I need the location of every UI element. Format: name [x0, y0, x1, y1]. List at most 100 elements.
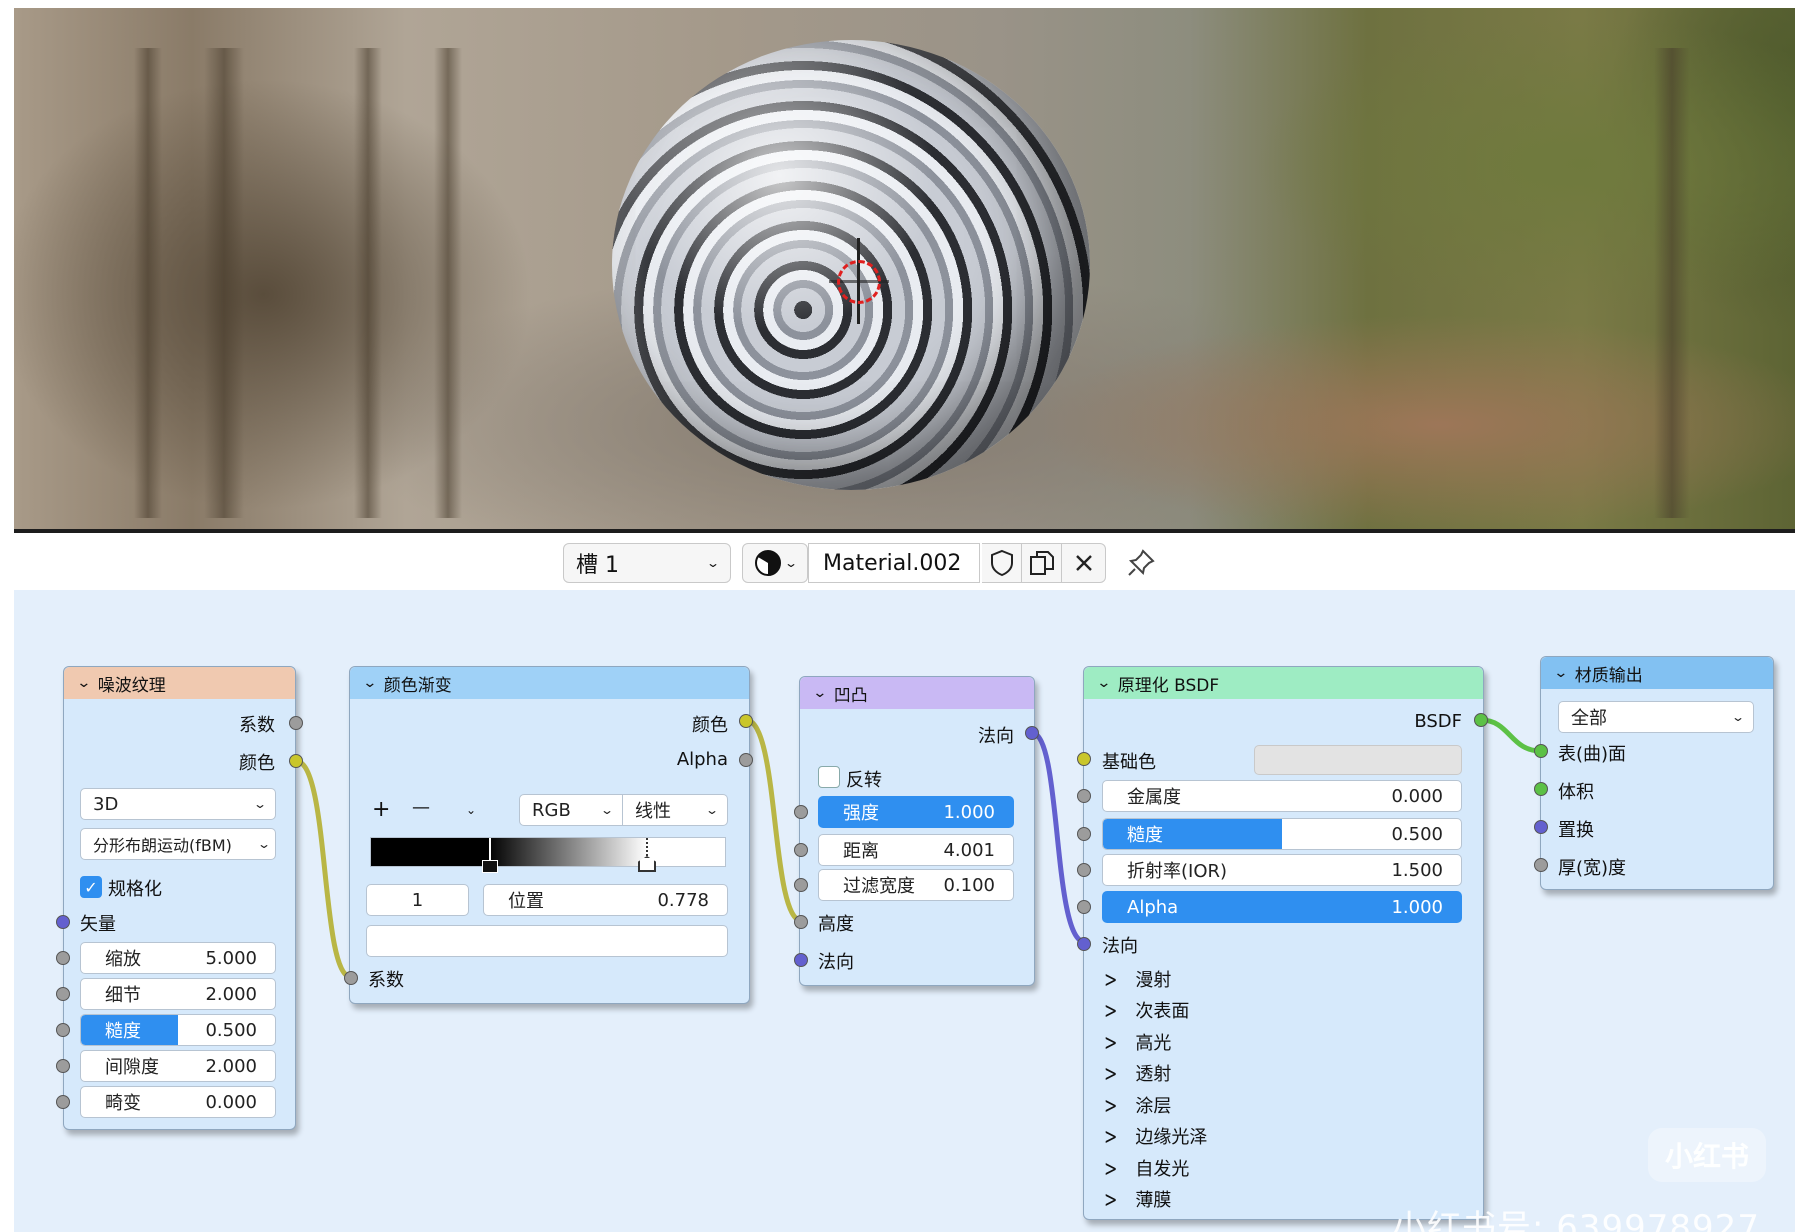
bsdf-panel-diffuse[interactable]: > 漫射	[1104, 966, 1171, 993]
bsdf-metallic-field[interactable]: 金属度 0.000	[1102, 780, 1462, 812]
chevron-down-icon: ⌄	[705, 556, 721, 570]
bsdf-panel-thin-film[interactable]: > 薄膜	[1104, 1186, 1171, 1213]
noise-in-lacunarity-socket[interactable]	[56, 1059, 70, 1073]
output-target-dropdown[interactable]: 全部 ⌄	[1558, 701, 1754, 733]
ramp-menu-button[interactable]: ⌄	[466, 798, 476, 819]
noise-in-scale-socket[interactable]	[56, 951, 70, 965]
noise-in-distortion-socket[interactable]	[56, 1095, 70, 1109]
ramp-position-field[interactable]: 位置 0.778	[483, 884, 728, 916]
ramp-gradient-bar[interactable]	[370, 837, 726, 867]
normalize-checkbox[interactable]: ✓	[80, 876, 102, 898]
noise-in-roughness-socket[interactable]	[56, 1023, 70, 1037]
bsdf-in-base-color-socket[interactable]	[1077, 752, 1091, 766]
bsdf-in-ior-socket[interactable]	[1077, 863, 1091, 877]
bump-in-strength-socket[interactable]	[794, 805, 808, 819]
output-in-volume-socket[interactable]	[1534, 782, 1548, 796]
bump-distance-field[interactable]: 距离 4.001	[818, 834, 1014, 866]
background-post	[434, 48, 462, 518]
noise-roughness-field[interactable]: 糙度 0.500	[80, 1014, 276, 1046]
output-in-surface-label: 表(曲)面	[1558, 744, 1627, 765]
pin-button[interactable]	[1120, 543, 1162, 583]
3d-viewport[interactable]	[14, 8, 1795, 533]
3d-cursor[interactable]	[837, 260, 881, 304]
bsdf-in-normal-socket[interactable]	[1077, 937, 1091, 951]
chevron-right-icon: >	[1104, 1154, 1118, 1182]
ramp-interpolation-dropdown[interactable]: 线性 ⌄	[623, 794, 728, 826]
bsdf-alpha-label: Alpha	[1127, 896, 1179, 918]
ramp-color-swatch[interactable]	[366, 925, 728, 957]
bsdf-panel-transmission[interactable]: > 透射	[1104, 1060, 1171, 1087]
invert-checkbox[interactable]	[818, 766, 840, 788]
output-in-thickness-socket[interactable]	[1534, 858, 1548, 872]
chevron-right-icon: >	[1104, 1091, 1118, 1119]
bsdf-panel-subsurface[interactable]: > 次表面	[1104, 997, 1189, 1024]
bsdf-ior-field[interactable]: 折射率(IOR) 1.500	[1102, 854, 1462, 886]
ramp-color-mode-dropdown[interactable]: RGB ⌄	[519, 794, 623, 826]
noise-distortion-field[interactable]: 畸变 0.000	[80, 1086, 276, 1118]
ramp-add-stop-button[interactable]: +	[372, 797, 390, 822]
bump-in-filter-width-socket[interactable]	[794, 878, 808, 892]
ramp-remove-stop-button[interactable]: —	[412, 797, 430, 818]
bsdf-panel-sheen[interactable]: > 边缘光泽	[1104, 1123, 1207, 1150]
watermark-id: 小红书号: 639978927	[1392, 1208, 1760, 1232]
color-ramp-header[interactable]: ⌄ 颜色渐变	[350, 667, 749, 699]
noise-distortion-label: 畸变	[105, 1093, 141, 1114]
bsdf-in-alpha-socket[interactable]	[1077, 900, 1091, 914]
bump-filter-width-label: 过滤宽度	[843, 876, 915, 897]
ramp-out-alpha-socket[interactable]	[739, 753, 753, 767]
bump-strength-field[interactable]: 强度 1.000	[818, 796, 1014, 828]
noise-dimensions-dropdown[interactable]: 3D ⌄	[80, 788, 276, 820]
material-browse-button[interactable]: ⌄	[742, 543, 808, 583]
bump-in-distance-socket[interactable]	[794, 843, 808, 857]
output-in-surface-socket[interactable]	[1534, 744, 1548, 758]
bsdf-panel-coat[interactable]: > 涂层	[1104, 1091, 1171, 1119]
duplicate-material-button[interactable]	[1022, 543, 1062, 583]
noise-type-dropdown[interactable]: 分形布朗运动(fBM) ⌄	[80, 828, 276, 860]
fake-user-button[interactable]	[982, 543, 1022, 583]
material-output-header[interactable]: ⌄ 材质输出	[1541, 657, 1773, 689]
bsdf-out-socket[interactable]	[1474, 713, 1488, 727]
noise-scale-field[interactable]: 缩放 5.000	[80, 942, 276, 974]
bsdf-panel-emission[interactable]: > 自发光	[1104, 1154, 1189, 1182]
bump-filter-width-field[interactable]: 过滤宽度 0.100	[818, 869, 1014, 901]
unlink-material-button[interactable]	[1062, 543, 1106, 583]
noise-out-color-socket[interactable]	[289, 754, 303, 768]
noise-in-vector-label: 矢量	[80, 914, 116, 935]
noise-in-vector-socket[interactable]	[56, 915, 70, 929]
output-in-displacement-socket[interactable]	[1534, 820, 1548, 834]
ramp-stop-black[interactable]	[482, 838, 498, 874]
noise-detail-field[interactable]: 细节 2.000	[80, 978, 276, 1010]
ramp-out-color-socket[interactable]	[739, 714, 753, 728]
chevron-down-icon[interactable]: ⌄	[76, 675, 91, 691]
material-name-field[interactable]: Material.002	[808, 543, 980, 583]
bump-in-normal-socket[interactable]	[794, 953, 808, 967]
noise-out-fac-socket[interactable]	[289, 716, 303, 730]
ramp-stop-index-field[interactable]: 1	[366, 884, 469, 916]
noise-out-color-label: 颜色	[239, 753, 275, 774]
material-slot-select[interactable]: 槽 1 ⌄	[563, 543, 731, 583]
noise-texture-header[interactable]: ⌄ 噪波纹理	[64, 667, 295, 699]
output-in-thickness-label: 厚(宽)度	[1558, 858, 1627, 879]
noise-out-fac-label: 系数	[239, 715, 275, 736]
chevron-down-icon[interactable]: ⌄	[1096, 675, 1111, 691]
bsdf-in-metallic-socket[interactable]	[1077, 789, 1091, 803]
background-post	[204, 48, 244, 518]
noise-roughness-value: 0.500	[205, 1019, 257, 1041]
bump-out-normal-socket[interactable]	[1025, 726, 1039, 740]
noise-lacunarity-field[interactable]: 间隙度 2.000	[80, 1050, 276, 1082]
chevron-down-icon[interactable]: ⌄	[812, 685, 827, 701]
noise-in-detail-socket[interactable]	[56, 987, 70, 1001]
chevron-down-icon[interactable]: ⌄	[1553, 665, 1568, 681]
bsdf-alpha-field[interactable]: Alpha 1.000	[1102, 891, 1462, 923]
ramp-stop-white[interactable]	[638, 838, 656, 874]
ramp-in-fac-socket[interactable]	[344, 971, 358, 985]
principled-bsdf-header[interactable]: ⌄ 原理化 BSDF	[1084, 667, 1483, 699]
bsdf-roughness-field[interactable]: 糙度 0.500	[1102, 818, 1462, 850]
bump-header[interactable]: ⌄ 凹凸	[800, 677, 1034, 709]
bsdf-panel-specular[interactable]: > 高光	[1104, 1029, 1171, 1056]
bsdf-base-color-swatch[interactable]	[1254, 745, 1462, 775]
bump-out-normal-label: 法向	[978, 726, 1014, 747]
chevron-down-icon[interactable]: ⌄	[362, 675, 377, 691]
bsdf-in-roughness-socket[interactable]	[1077, 827, 1091, 841]
bump-in-height-socket[interactable]	[794, 915, 808, 929]
